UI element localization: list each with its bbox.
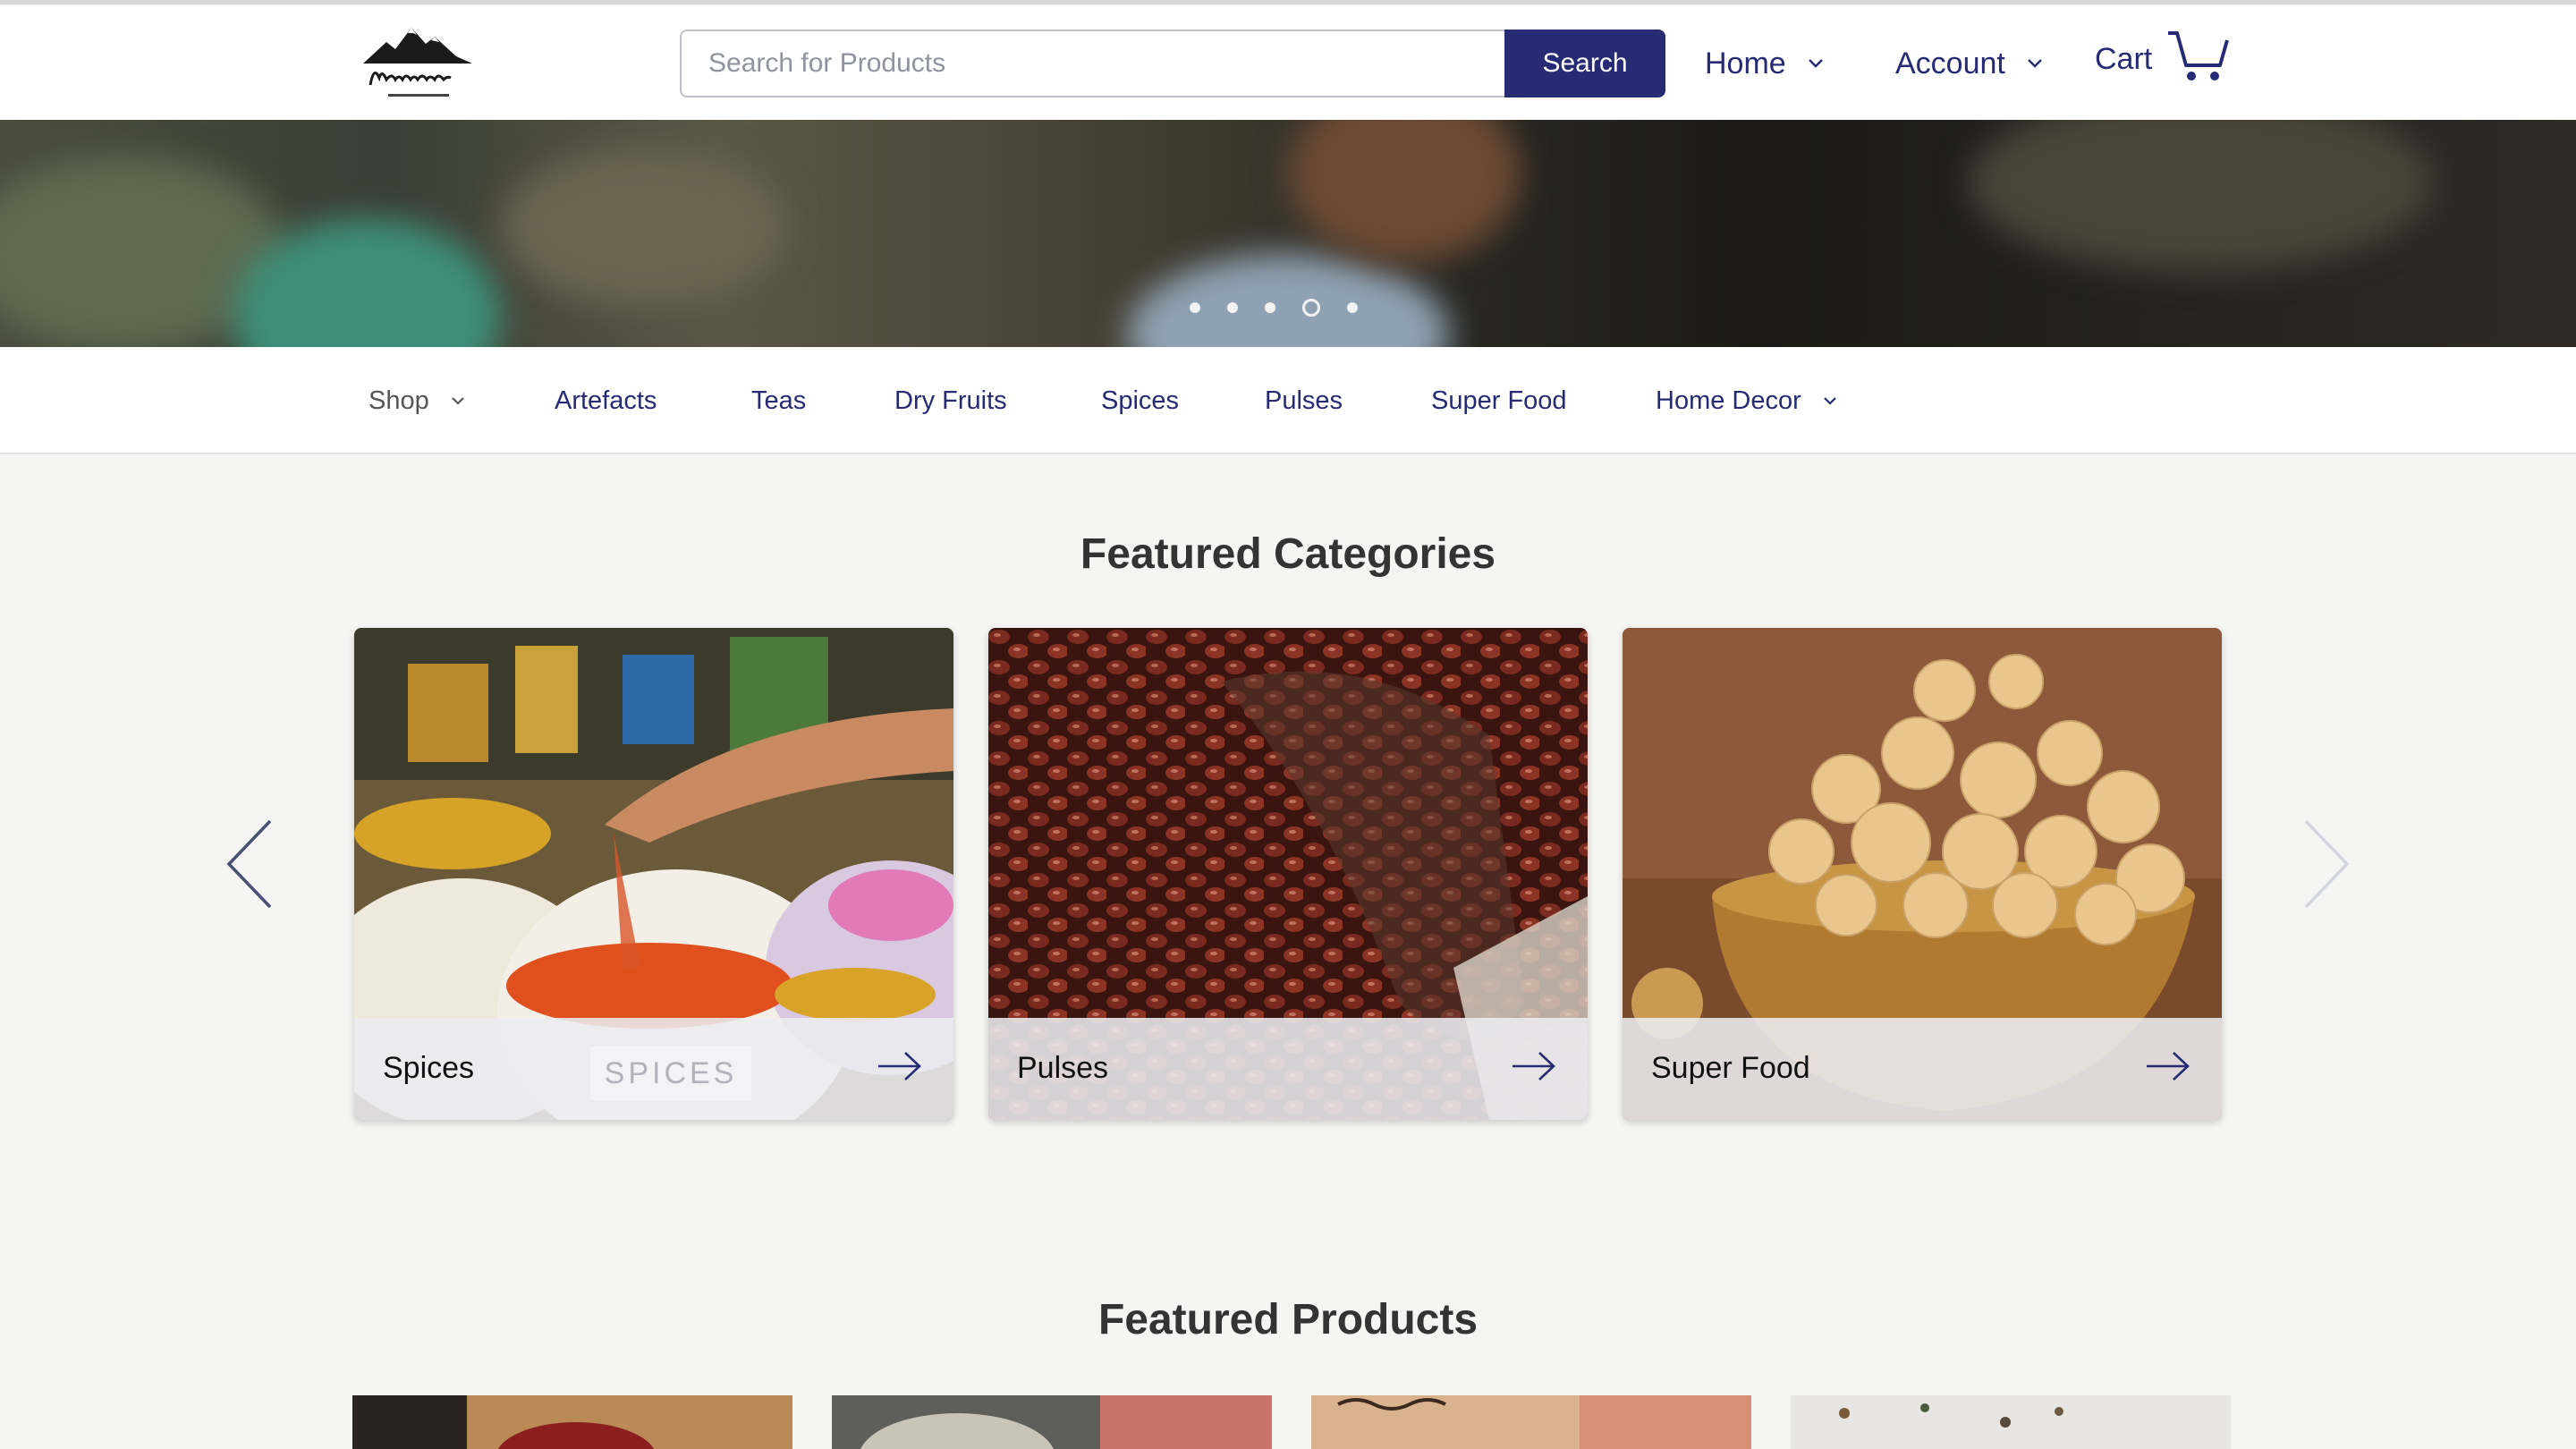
carousel-dot[interactable] (1265, 302, 1275, 313)
carousel-prev-button[interactable] (224, 818, 274, 915)
cat-nav-item-super-food[interactable]: Super Food (1431, 383, 1567, 419)
arrow-right-icon (877, 1051, 923, 1086)
nav-cart[interactable]: Cart (2095, 28, 2233, 90)
product-card[interactable] (1311, 1395, 1751, 1449)
arrow-right-icon (1511, 1051, 1557, 1086)
hero-image-shape (501, 147, 787, 308)
cat-nav-label: Teas (751, 386, 807, 415)
product-image (860, 1395, 1272, 1449)
category-nav: Shop Artefacts Teas Dry Fruits Spices Pu… (0, 347, 2576, 454)
cat-nav-label: Super Food (1431, 386, 1567, 415)
category-card-pulses[interactable]: Pulses (988, 628, 1588, 1120)
logo[interactable] (356, 21, 481, 103)
cat-nav-item-shop[interactable]: Shop (369, 383, 465, 419)
cat-nav-item-artefacts[interactable]: Artefacts (555, 383, 657, 419)
chevron-down-icon (2027, 58, 2043, 69)
chevron-right-icon (2304, 819, 2350, 909)
featured-products-grid (352, 1395, 2231, 1449)
featured-categories-carousel: SPICES Spices Pulses Super Food (354, 628, 2222, 1120)
product-image (1839, 1403, 2063, 1428)
featured-categories-title: Featured Categories (1080, 530, 1496, 578)
search-button[interactable]: Search (1504, 30, 1665, 97)
site-header: Search Home Account Cart (0, 4, 2576, 120)
featured-products-title: Featured Products (1097, 1296, 1479, 1343)
search-input[interactable] (680, 30, 1506, 97)
product-image (1337, 1395, 1751, 1449)
card-label: Super Food (1651, 1051, 1810, 1085)
cat-nav-item-dry-fruits[interactable]: Dry Fruits (894, 383, 1007, 419)
nav-home-label: Home (1705, 46, 1786, 80)
nav-cart-label: Cart (2095, 41, 2153, 76)
chevron-down-icon (1823, 396, 1837, 405)
carousel-dot[interactable] (1190, 302, 1200, 313)
carousel-dots (1190, 299, 1358, 317)
carousel-next-button[interactable] (2302, 818, 2352, 915)
cat-nav-label: Artefacts (555, 386, 657, 415)
cat-nav-item-teas[interactable]: Teas (751, 383, 806, 419)
product-card[interactable] (832, 1395, 1272, 1449)
cat-nav-label: Spices (1101, 386, 1180, 415)
chevron-left-icon (226, 819, 272, 909)
carousel-dot[interactable] (1227, 302, 1238, 313)
hero-banner[interactable] (0, 120, 2576, 347)
chevron-down-icon (451, 396, 465, 405)
mountain-logo-icon (363, 28, 472, 97)
category-card-super-food[interactable]: Super Food (1623, 628, 2222, 1120)
cat-nav-item-pulses[interactable]: Pulses (1265, 383, 1343, 419)
cat-nav-label: Pulses (1265, 386, 1343, 415)
nav-home[interactable]: Home (1705, 38, 1824, 89)
product-card[interactable] (352, 1395, 792, 1449)
chevron-down-icon (1808, 58, 1824, 69)
category-card-spices[interactable]: SPICES Spices (354, 628, 953, 1120)
hero-image-shape (1968, 120, 2433, 272)
carousel-dot-active[interactable] (1302, 299, 1320, 317)
card-label: Spices (383, 1051, 475, 1085)
cat-nav-item-home-decor[interactable]: Home Decor (1656, 383, 1837, 419)
cat-nav-item-spices[interactable]: Spices (1101, 383, 1179, 419)
product-card[interactable] (1791, 1395, 2231, 1449)
hero-image-shape (1288, 120, 1521, 263)
product-image (497, 1422, 655, 1449)
nav-account-label: Account (1895, 46, 2005, 80)
card-label: Pulses (1017, 1051, 1109, 1085)
cat-nav-label: Shop (369, 386, 429, 415)
cat-nav-label: Dry Fruits (894, 386, 1007, 415)
carousel-dot[interactable] (1347, 302, 1358, 313)
arrow-right-icon (2145, 1051, 2191, 1086)
cart-icon (2165, 28, 2233, 91)
cat-nav-label: Home Decor (1656, 386, 1801, 415)
nav-account[interactable]: Account (1895, 38, 2043, 89)
spices-watermark: SPICES (590, 1046, 751, 1100)
